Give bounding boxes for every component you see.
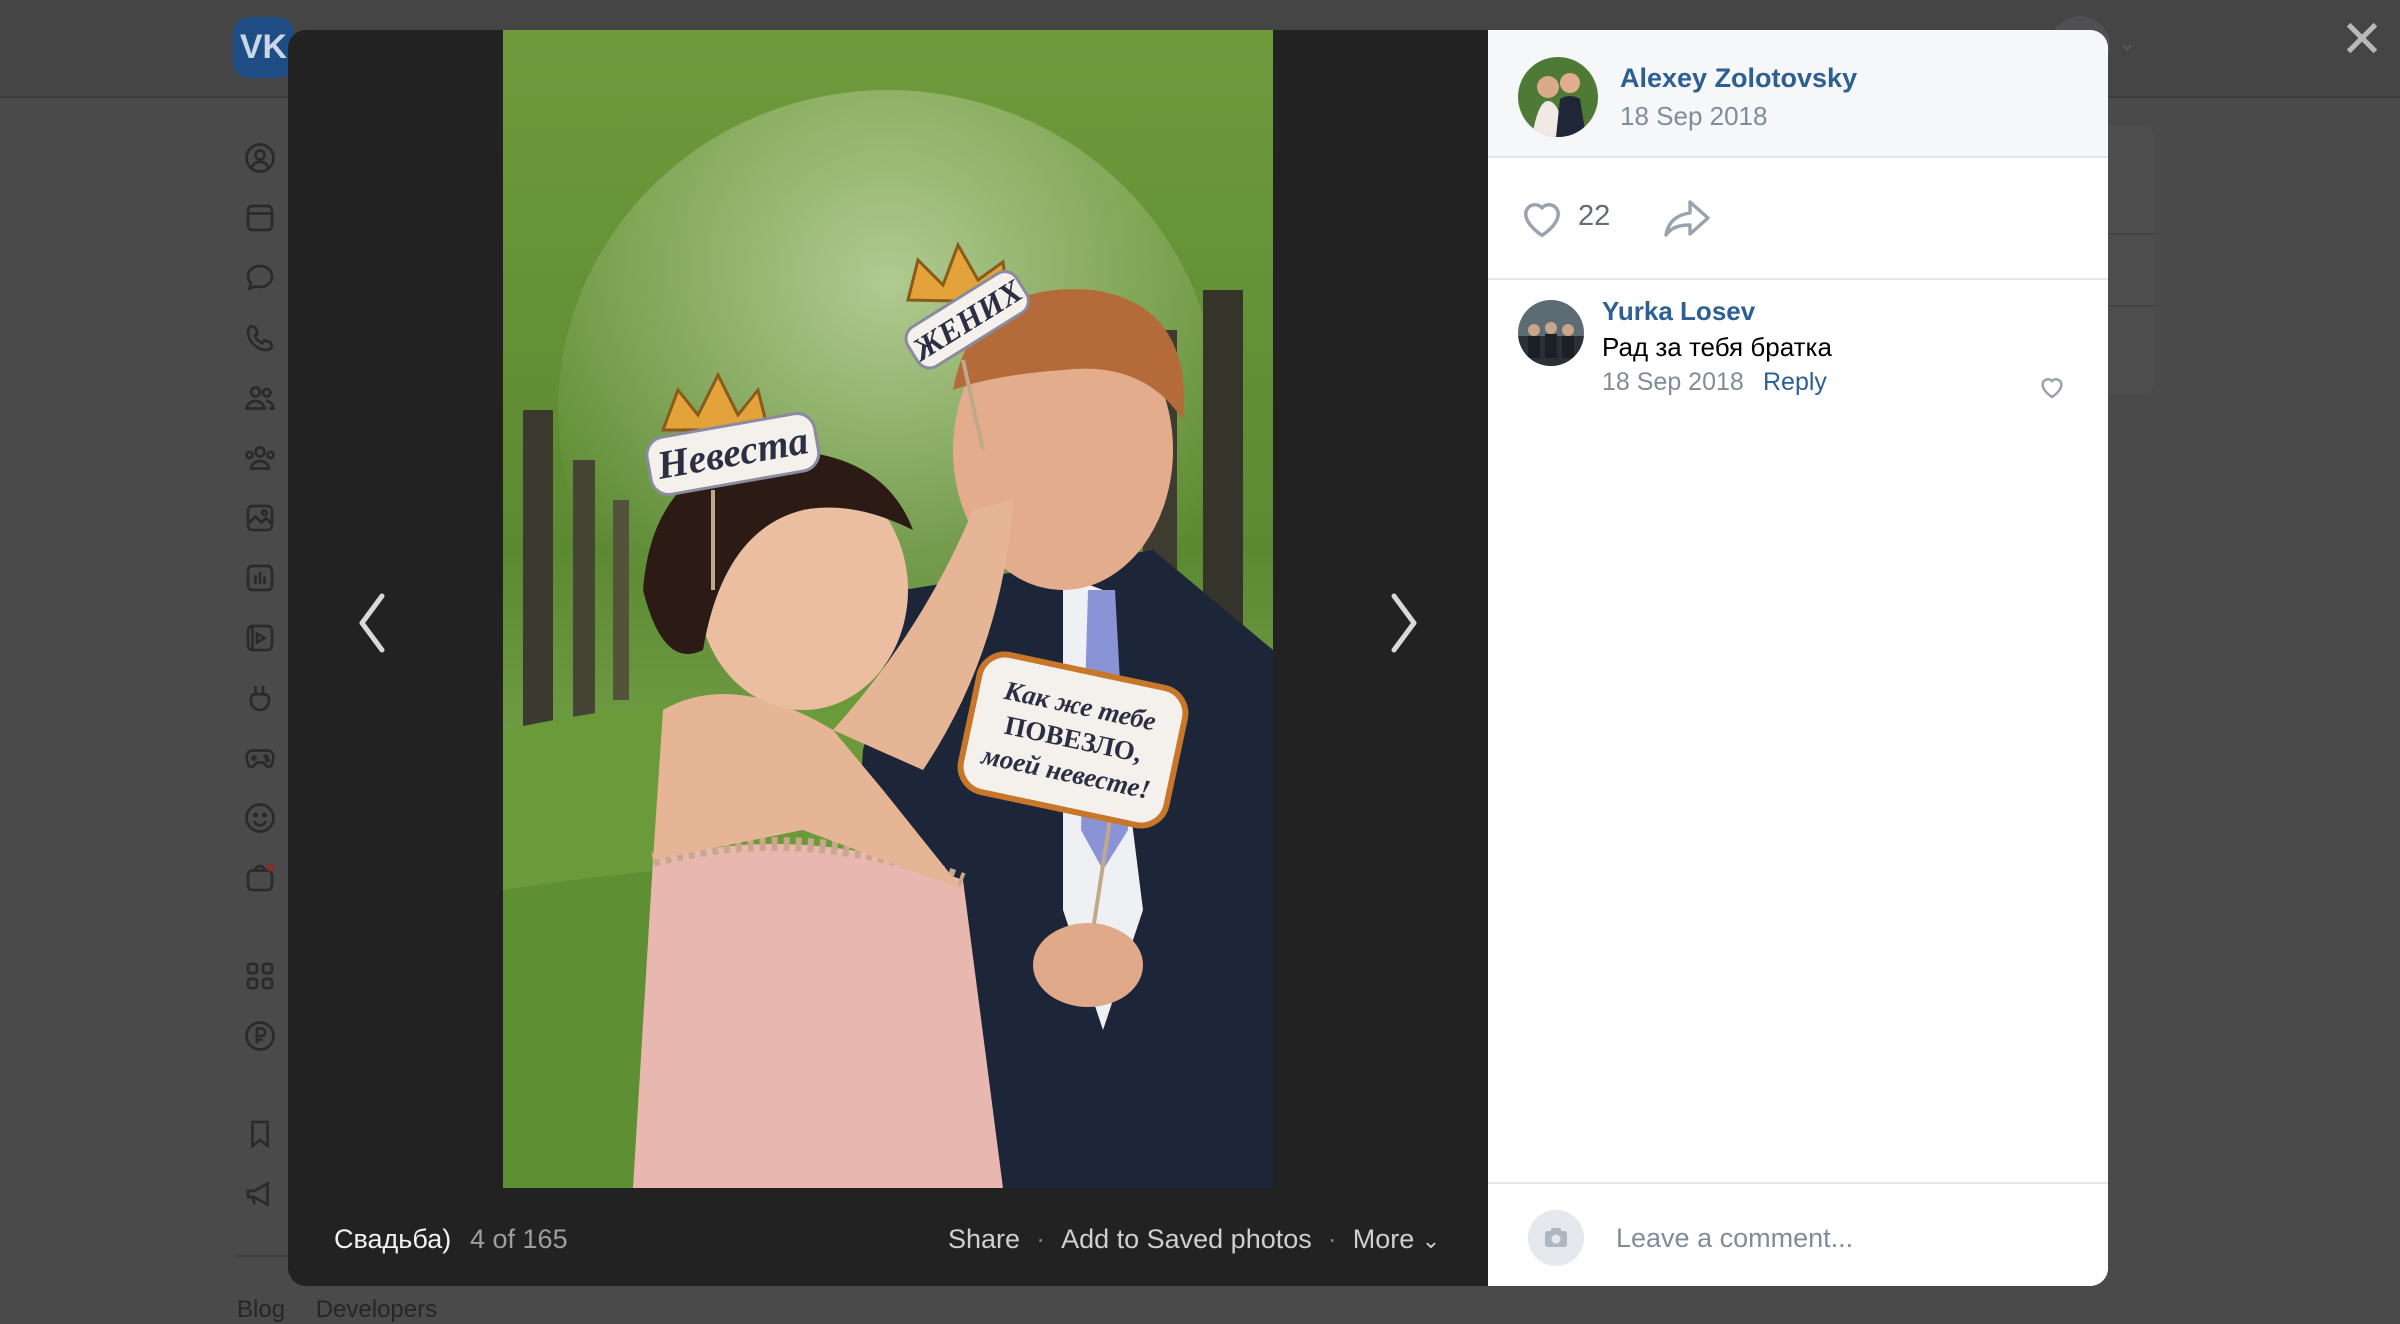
share-button[interactable]: Share (948, 1224, 1020, 1254)
footer-link-developers[interactable]: Developers (316, 1296, 437, 1323)
friends-icon[interactable] (237, 375, 283, 421)
share-icon[interactable] (1662, 194, 1714, 242)
close-icon[interactable]: ✕ (2336, 14, 2388, 66)
ads-icon[interactable] (237, 1171, 283, 1217)
reactions-bar: 22 (1488, 158, 2108, 280)
photo-counter: 4 of 165 (470, 1224, 568, 1254)
add-to-saved-button[interactable]: Add to Saved photos (1061, 1224, 1312, 1254)
photo-area: Невеста ЖЕНИХ Как же тебе ПОВЕЗЛО, моей … (288, 30, 1488, 1286)
album-title[interactable]: Свадьба) (334, 1224, 451, 1255)
camera-icon[interactable] (1528, 1210, 1584, 1266)
chevron-right-icon[interactable] (1374, 578, 1434, 668)
music-icon[interactable] (237, 555, 283, 601)
chevron-down-icon: ⌄ (1421, 1228, 1441, 1253)
photos-icon[interactable] (237, 495, 283, 541)
stickers-icon[interactable] (237, 795, 283, 841)
comment-composer (1488, 1182, 2108, 1286)
vk-logo[interactable]: VK (233, 17, 294, 78)
chevron-left-icon[interactable] (342, 578, 402, 668)
author-avatar[interactable] (1518, 57, 1598, 137)
messenger-icon[interactable] (237, 255, 283, 301)
photo-actions: Share · Add to Saved photos · More ⌄ (948, 1224, 1440, 1255)
photo-viewer: Невеста ЖЕНИХ Как же тебе ПОВЕЗЛО, моей … (288, 30, 2108, 1286)
comment-date: 18 Sep 2018 (1602, 368, 1744, 396)
video-icon[interactable] (237, 615, 283, 661)
clips-icon[interactable] (237, 675, 283, 721)
profile-icon[interactable] (237, 135, 283, 181)
comment-text: Рад за тебя братка (1602, 332, 1832, 362)
communities-icon[interactable] (237, 435, 283, 481)
footer-link-blog[interactable]: Blog (237, 1296, 285, 1323)
author-name[interactable]: Alexey Zolotovsky (1620, 63, 1857, 94)
market-icon[interactable] (237, 855, 283, 901)
commenter-avatar[interactable] (1518, 300, 1584, 366)
separator-dot: · (1036, 1224, 1046, 1254)
comment-input[interactable] (1614, 1212, 2078, 1264)
footer-links: Blog Developers (237, 1296, 461, 1324)
chevron-down-icon[interactable]: ⌄ (2118, 30, 2136, 56)
photo-info-panel: Alexey Zolotovsky 18 Sep 2018 22 Yurka L… (1488, 30, 2108, 1286)
post-date: 18 Sep 2018 (1620, 101, 1768, 131)
more-label: More (1352, 1224, 1415, 1254)
comment-author[interactable]: Yurka Losev (1602, 296, 1755, 327)
more-button[interactable]: More ⌄ (1353, 1224, 1440, 1254)
calls-icon[interactable] (237, 315, 283, 361)
news-icon[interactable] (237, 195, 283, 241)
heart-icon[interactable] (1516, 192, 1568, 244)
services-icon[interactable] (237, 953, 283, 999)
reply-button[interactable]: Reply (1763, 368, 1827, 397)
payments-icon[interactable] (237, 1013, 283, 1059)
separator-dot: · (1327, 1224, 1337, 1254)
games-icon[interactable] (237, 735, 283, 781)
comment-item: Yurka Losev Рад за тебя братка 18 Sep 20… (1488, 292, 2108, 412)
likes-count: 22 (1578, 200, 1611, 232)
author-header: Alexey Zolotovsky 18 Sep 2018 (1488, 30, 2108, 158)
bookmarks-icon[interactable] (237, 1111, 283, 1157)
wedding-photo[interactable]: Невеста ЖЕНИХ Как же тебе ПОВЕЗЛО, моей … (503, 30, 1273, 1188)
photo-footer: Свадьба) 4 of 165 Share · Add to Saved pho… (288, 1216, 1488, 1266)
comment-heart-icon[interactable] (2036, 372, 2068, 402)
